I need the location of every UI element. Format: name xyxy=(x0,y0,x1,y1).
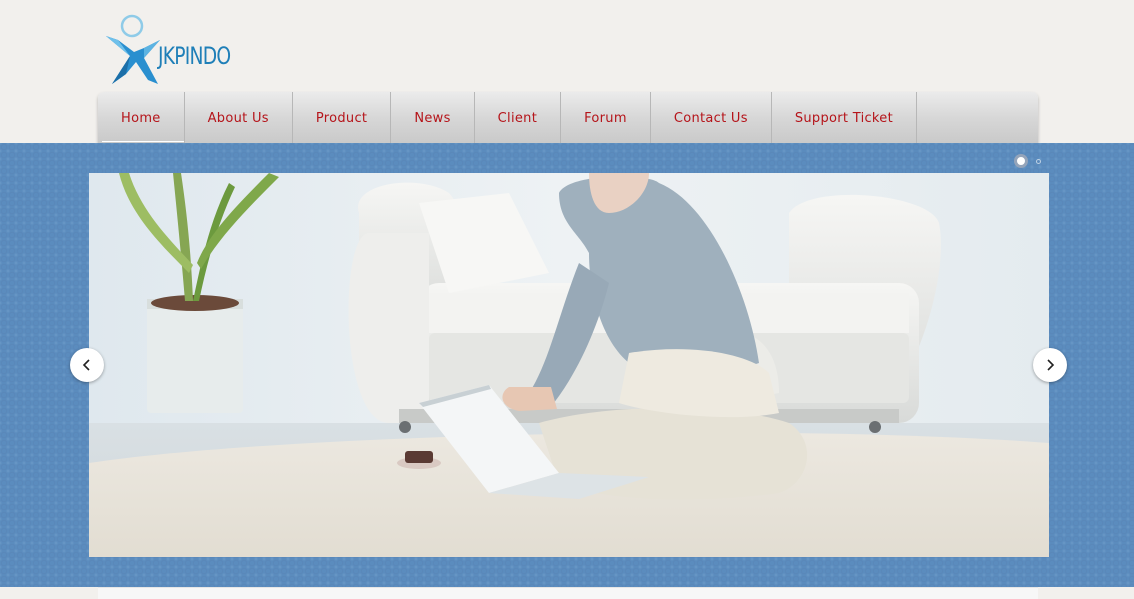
nav-item-product[interactable]: Product xyxy=(293,92,392,144)
nav-item-news[interactable]: News xyxy=(391,92,475,144)
logo[interactable]: JKPINDO xyxy=(104,14,244,86)
logo-text: JKPINDO xyxy=(158,42,231,70)
slider-dot-1[interactable] xyxy=(1014,154,1028,168)
nav-item-forum[interactable]: Forum xyxy=(561,92,651,144)
nav-item-support-ticket[interactable]: Support Ticket xyxy=(772,92,917,144)
slider-dot-2[interactable] xyxy=(1036,158,1041,164)
chevron-right-icon xyxy=(1047,359,1055,371)
main-nav: Home About Us Product News Client Forum … xyxy=(98,92,1038,146)
nav-item-client[interactable]: Client xyxy=(475,92,562,144)
content-area xyxy=(98,587,1038,599)
slider-pagination xyxy=(1014,154,1041,168)
page: JKPINDO Home About Us Product News Clien… xyxy=(0,0,1134,599)
nav-item-about-us[interactable]: About Us xyxy=(185,92,293,144)
slide-image[interactable] xyxy=(89,173,1049,557)
slider-next-button[interactable] xyxy=(1033,348,1067,382)
slider-prev-button[interactable] xyxy=(70,348,104,382)
nav-item-home[interactable]: Home xyxy=(98,92,185,146)
person-x-logo-icon xyxy=(106,14,160,84)
chevron-left-icon xyxy=(82,359,90,371)
woman-with-laptop-photo xyxy=(89,173,1049,557)
nav-item-contact-us[interactable]: Contact Us xyxy=(651,92,772,144)
